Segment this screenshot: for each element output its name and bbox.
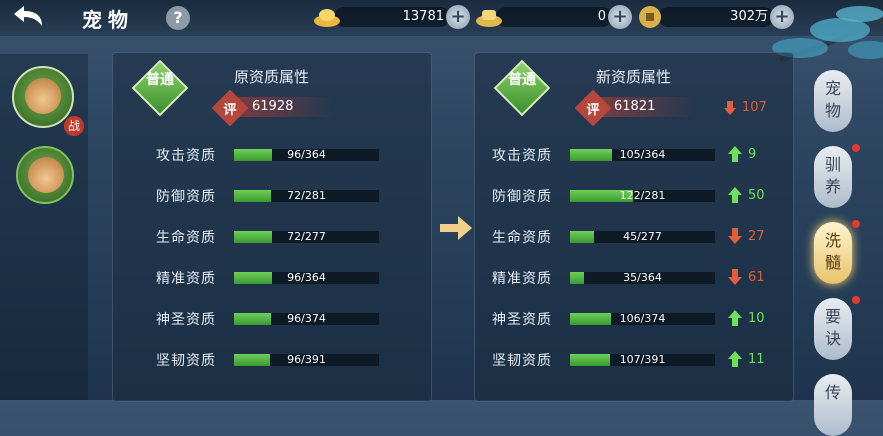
- attribute-value: 96/364: [287, 271, 326, 284]
- attribute-label: 生命资质: [492, 230, 552, 246]
- tab-label-char: 髓: [824, 253, 841, 272]
- monkey-face: [25, 78, 61, 114]
- attribute-bar: 45/277: [570, 230, 715, 243]
- gold-value: 13781: [402, 9, 444, 24]
- tab-1[interactable]: 驯养: [814, 146, 852, 208]
- attribute-bar: 105/364: [570, 148, 715, 161]
- score-delta-value: 107: [742, 100, 767, 115]
- attribute-value: 122/281: [619, 189, 666, 202]
- attribute-value: 72/281: [287, 189, 326, 202]
- tab-label-char: 洗: [824, 231, 841, 250]
- attribute-value: 35/364: [623, 271, 662, 284]
- score-value-old: 61928: [252, 99, 294, 114]
- attribute-bar: 96/391: [234, 353, 379, 366]
- coin-value: 302万: [730, 9, 768, 24]
- up-arrow-icon: [728, 146, 742, 166]
- back-arrow-icon[interactable]: [8, 4, 48, 32]
- attribute-delta: 27: [748, 229, 765, 244]
- attribute-label: 精准资质: [492, 271, 552, 287]
- monkey-face: [28, 157, 64, 193]
- down-arrow-icon: [728, 269, 742, 289]
- attribute-value: 96/374: [287, 312, 326, 325]
- attribute-value: 105/364: [619, 148, 666, 161]
- attribute-bar: 96/364: [234, 148, 379, 161]
- silver-value: 0: [597, 9, 606, 24]
- score-delta-arrow-icon: [724, 100, 736, 119]
- attribute-delta: 50: [748, 188, 765, 203]
- attribute-delta: 10: [748, 311, 765, 326]
- add-gold-button[interactable]: +: [446, 5, 470, 29]
- score-label-old: 评: [223, 103, 237, 118]
- attribute-label: 防御资质: [156, 189, 216, 205]
- score-label-new: 评: [586, 103, 600, 118]
- attribute-label: 攻击资质: [156, 148, 216, 164]
- attribute-label: 攻击资质: [492, 148, 552, 164]
- attribute-bar: 122/281: [570, 189, 715, 202]
- up-arrow-icon: [728, 310, 742, 330]
- tab-0[interactable]: 宠物: [814, 70, 852, 132]
- attribute-bar: 107/391: [570, 353, 715, 366]
- up-arrow-icon: [728, 351, 742, 371]
- page-title: 宠物: [82, 8, 134, 32]
- attribute-label: 神圣资质: [492, 312, 552, 328]
- attribute-bar: 96/374: [234, 312, 379, 325]
- attribute-bar: 35/364: [570, 271, 715, 284]
- notification-dot: [852, 144, 860, 152]
- tab-3[interactable]: 要诀: [814, 298, 852, 360]
- pet-avatar-selected[interactable]: [12, 66, 74, 128]
- attribute-label: 精准资质: [156, 271, 216, 287]
- add-silver-button[interactable]: +: [608, 5, 632, 29]
- compare-arrow-icon: [438, 214, 474, 242]
- up-arrow-icon: [728, 187, 742, 207]
- tab-label-char: 宠: [824, 79, 841, 98]
- attribute-bar: 106/374: [570, 312, 715, 325]
- attribute-bar: 72/277: [234, 230, 379, 243]
- tab-label-char: 驯: [824, 155, 841, 174]
- old-panel-title: 原资质属性: [234, 68, 310, 86]
- tab-label-char: 物: [824, 101, 841, 120]
- tab-4[interactable]: 传: [814, 374, 852, 436]
- tab-2[interactable]: 洗髓: [814, 222, 852, 284]
- attribute-label: 坚韧资质: [492, 353, 552, 369]
- new-panel-title: 新资质属性: [596, 68, 672, 86]
- notification-dot: [852, 296, 860, 304]
- attribute-label: 神圣资质: [156, 312, 216, 328]
- attribute-value: 96/391: [287, 353, 326, 366]
- notification-dot: [852, 220, 860, 228]
- attribute-bar: 96/364: [234, 271, 379, 284]
- quality-label-new: 普通: [508, 72, 536, 88]
- attribute-delta: 9: [748, 147, 757, 162]
- down-arrow-icon: [728, 228, 742, 248]
- tab-label-char: 要: [824, 307, 841, 326]
- help-icon[interactable]: ?: [166, 6, 190, 30]
- attribute-value: 106/374: [619, 312, 666, 325]
- attribute-label: 坚韧资质: [156, 353, 216, 369]
- attribute-delta: 11: [748, 352, 765, 367]
- attribute-value: 45/277: [623, 230, 662, 243]
- battle-badge: 战: [64, 116, 84, 136]
- tab-label-char: 传: [824, 383, 841, 402]
- pet-avatar-2[interactable]: [16, 146, 74, 204]
- attribute-value: 72/277: [287, 230, 326, 243]
- attribute-delta: 61: [748, 270, 765, 285]
- attribute-value: 96/364: [287, 148, 326, 161]
- tab-label-char: 诀: [824, 329, 841, 348]
- attribute-label: 生命资质: [156, 230, 216, 246]
- attribute-value: 107/391: [619, 353, 666, 366]
- attribute-label: 防御资质: [492, 189, 552, 205]
- attribute-bar: 72/281: [234, 189, 379, 202]
- quality-label-old: 普通: [146, 72, 174, 88]
- tab-label-char: 养: [824, 177, 841, 196]
- score-value-new: 61821: [614, 99, 656, 114]
